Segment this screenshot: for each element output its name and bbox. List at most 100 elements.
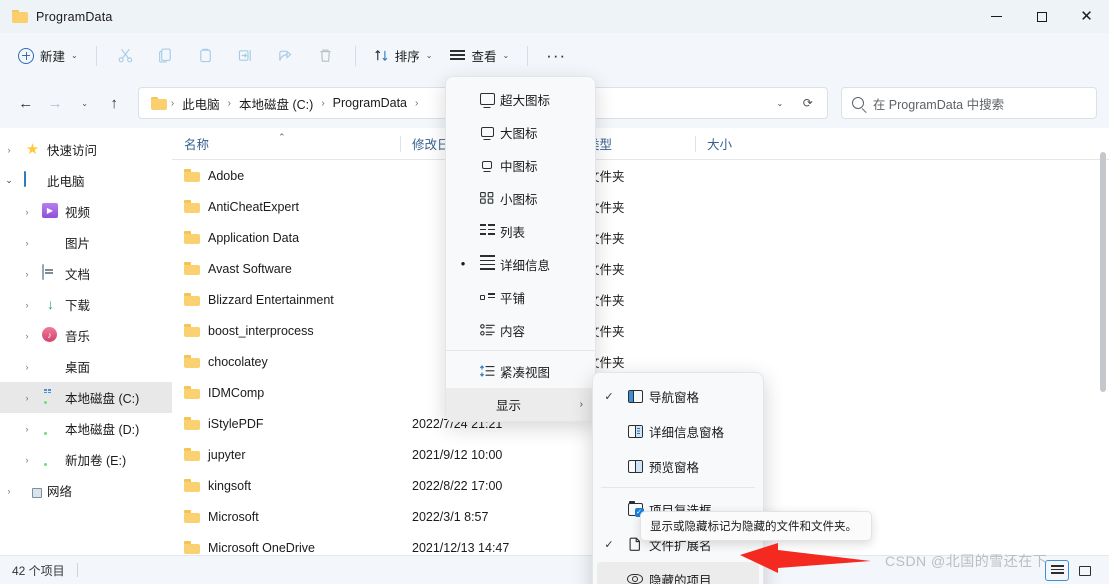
column-header-name[interactable]: 名称 ⌃ (172, 128, 400, 160)
sidebar-item-pictures[interactable]: › 图片 (0, 227, 172, 258)
paste-button[interactable] (187, 40, 225, 72)
minimize-button[interactable] (974, 0, 1019, 33)
sidebar-item-documents[interactable]: › 文档 (0, 258, 172, 289)
menu-item-preview-pane[interactable]: 预览窗格 (597, 449, 759, 483)
cut-button[interactable] (107, 40, 145, 72)
breadcrumb-item-1[interactable]: 本地磁盘 (C:) (234, 92, 318, 115)
chevron-right-icon-documents[interactable]: › (18, 269, 36, 279)
chevron-right-icon-quick-access[interactable]: › (0, 145, 18, 155)
chevron-down-icon-this-pc[interactable]: ⌄ (0, 175, 18, 186)
breadcrumb-item-2[interactable]: ProgramData (328, 94, 412, 112)
menu-item-compact-view[interactable]: 紧凑视图 (450, 355, 591, 387)
title-bar: ProgramData ✕ (0, 0, 1109, 33)
star-icon: ★ (25, 141, 40, 158)
chevron-right-icon-downloads[interactable]: › (18, 300, 36, 310)
chevron-right-icon-network[interactable]: › (0, 486, 18, 496)
sidebar-item-music[interactable]: › ♪ 音乐 (0, 320, 172, 351)
sidebar-item-local-disk-d[interactable]: › 本地磁盘 (D:) (0, 413, 172, 444)
trash-icon (320, 49, 331, 62)
back-button[interactable]: ← (12, 88, 39, 118)
network-icon (24, 482, 41, 499)
status-divider (76, 563, 78, 577)
new-button[interactable]: 新建 ⌄ (10, 40, 86, 72)
menu-item-hidden-items[interactable]: 隐藏的项目 (597, 562, 759, 584)
menu-item-content[interactable]: 内容 (450, 314, 591, 346)
file-name: kingsoft (208, 478, 252, 493)
menu-item-details[interactable]: • 详细信息 (450, 248, 591, 280)
chevron-right-icon-videos[interactable]: › (18, 207, 36, 217)
menu-item-large-icons[interactable]: 大图标 (450, 116, 591, 148)
more-button[interactable]: ··· (538, 40, 574, 72)
menu-item-medium-icons[interactable]: 中图标 (450, 149, 591, 181)
search-box[interactable]: 在 ProgramData 中搜索 (840, 87, 1098, 119)
sidebar-item-downloads[interactable]: › ↓ 下载 (0, 289, 172, 320)
window-tab[interactable]: ProgramData (0, 0, 113, 33)
menu-item-tiles[interactable]: 平铺 (450, 281, 591, 313)
view-button[interactable]: 查看 ⌄ (442, 40, 517, 72)
refresh-button[interactable]: ⟳ (795, 90, 821, 116)
breadcrumb-separator-0: › (170, 97, 175, 109)
menu-item-label-content: 内容 (500, 324, 526, 339)
column-header-size[interactable]: 大小 (695, 128, 805, 160)
table-row[interactable]: boost_interprocess 文件夹 (172, 315, 1109, 346)
maximize-button[interactable] (1019, 0, 1064, 33)
table-row[interactable]: Blizzard Entertainment 文件夹 (172, 284, 1109, 315)
chevron-right-icon-show: › (579, 399, 583, 410)
show-submenu: ✓ 导航窗格 详细信息窗格 预览窗格 ✓ 项目复选框 ✓ 文件扩展名 (592, 372, 764, 584)
sidebar-item-videos[interactable]: › ▶ 视频 (0, 196, 172, 227)
chevron-right-icon-music[interactable]: › (18, 331, 36, 341)
address-dropdown-button[interactable]: ⌄ (767, 90, 793, 116)
sort-button[interactable]: 排序 ⌄ (366, 40, 441, 72)
table-row[interactable]: Avast Software 文件夹 (172, 253, 1109, 284)
navigation-pane: › ★ 快速访问 ⌄ 此电脑 › ▶ 视频 › 图片 › 文档 › ↓ 下载 ›… (0, 128, 172, 555)
sidebar-item-network[interactable]: › 网络 (0, 475, 172, 506)
back-arrow-icon: ← (18, 94, 34, 112)
table-row[interactable]: AntiCheatExpert 文件夹 (172, 191, 1109, 222)
recent-locations-button[interactable]: ⌄ (71, 88, 98, 118)
up-button[interactable]: ↑ (100, 88, 127, 118)
rename-button[interactable] (227, 40, 265, 72)
menu-item-small-icons[interactable]: 小图标 (450, 182, 591, 214)
sidebar-item-desktop[interactable]: › 桌面 (0, 351, 172, 382)
menu-item-label-small-icons: 小图标 (500, 192, 538, 207)
share-button[interactable] (267, 40, 305, 72)
chevron-right-icon-disk-d[interactable]: › (18, 424, 36, 434)
videos-icon: ▶ (42, 203, 59, 220)
menu-item-label-tiles: 平铺 (500, 291, 526, 306)
large-icons-view-toggle[interactable] (1073, 560, 1097, 581)
sidebar-item-quick-access[interactable]: › ★ 快速访问 (0, 134, 172, 165)
chevron-right-icon-volume-e[interactable]: › (18, 455, 36, 465)
vertical-scrollbar[interactable] (1097, 152, 1109, 555)
menu-item-extra-large-icons[interactable]: 超大图标 (450, 83, 591, 115)
folder-icon (184, 386, 200, 399)
breadcrumb-separator-1: › (227, 97, 232, 109)
menu-item-label-details-pane: 详细信息窗格 (649, 425, 725, 440)
details-view-toggle[interactable] (1045, 560, 1069, 581)
chevron-down-icon-recent: ⌄ (81, 98, 88, 108)
table-row[interactable]: Application Data 文件夹 (172, 222, 1109, 253)
menu-item-details-pane[interactable]: 详细信息窗格 (597, 414, 759, 448)
delete-button[interactable] (307, 40, 345, 72)
menu-item-show-submenu[interactable]: 显示 › (446, 388, 595, 421)
address-folder-icon (150, 96, 167, 110)
close-button[interactable]: ✕ (1064, 0, 1109, 33)
chevron-right-icon-pictures[interactable]: › (18, 238, 36, 248)
menu-item-list[interactable]: 列表 (450, 215, 591, 247)
forward-button[interactable]: → (41, 88, 68, 118)
copy-button[interactable] (147, 40, 185, 72)
chevron-right-icon-disk-c[interactable]: › (18, 393, 36, 403)
breadcrumb-item-0[interactable]: 此电脑 (177, 92, 225, 115)
view-lines-icon (450, 50, 466, 61)
sidebar-item-this-pc[interactable]: ⌄ 此电脑 (0, 165, 172, 196)
sidebar-item-label-local-disk-d: 本地磁盘 (D:) (65, 423, 140, 437)
scrollbar-thumb[interactable] (1100, 152, 1106, 392)
cell-name: kingsoft (172, 479, 400, 493)
table-row[interactable]: Adobe 文件夹 (172, 160, 1109, 191)
chevron-right-icon-desktop[interactable]: › (18, 362, 36, 372)
sidebar-item-local-disk-c[interactable]: › 本地磁盘 (C:) (0, 382, 172, 413)
file-name: jupyter (208, 447, 246, 462)
menu-item-navigation-pane[interactable]: ✓ 导航窗格 (597, 379, 759, 413)
sidebar-item-new-volume-e[interactable]: › 新加卷 (E:) (0, 444, 172, 475)
view-toggle-group (1045, 556, 1097, 584)
search-input[interactable]: 在 ProgramData 中搜索 (873, 94, 1004, 113)
